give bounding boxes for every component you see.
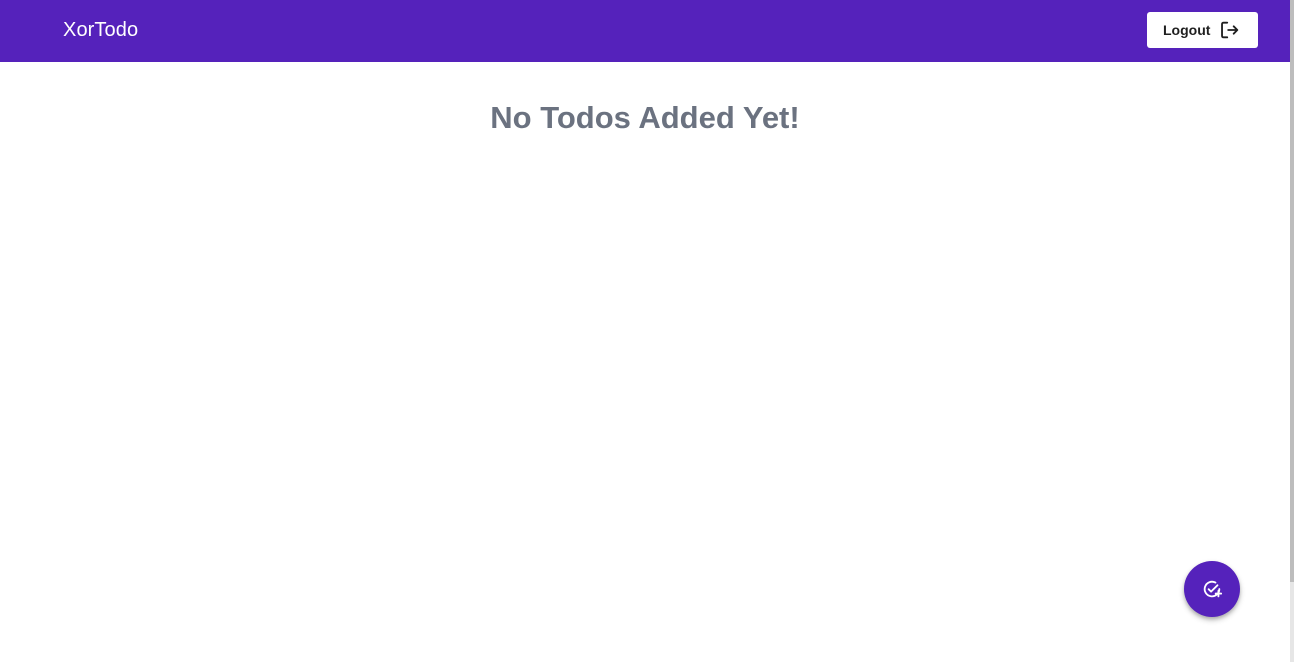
top-navbar: XorTodo Logout xyxy=(0,0,1290,62)
app-title: XorTodo xyxy=(63,19,139,41)
logout-button[interactable]: Logout xyxy=(1147,12,1258,48)
add-task-icon xyxy=(1201,578,1223,600)
empty-state-message: No Todos Added Yet! xyxy=(490,99,800,135)
logout-label: Logout xyxy=(1163,22,1211,38)
add-todo-button[interactable] xyxy=(1184,561,1240,617)
scrollbar-thumb[interactable] xyxy=(1290,0,1294,582)
app-window: XorTodo Logout No Todos Added Yet! xyxy=(0,0,1294,662)
vertical-scrollbar[interactable] xyxy=(1290,0,1294,662)
logout-icon xyxy=(1219,19,1241,41)
